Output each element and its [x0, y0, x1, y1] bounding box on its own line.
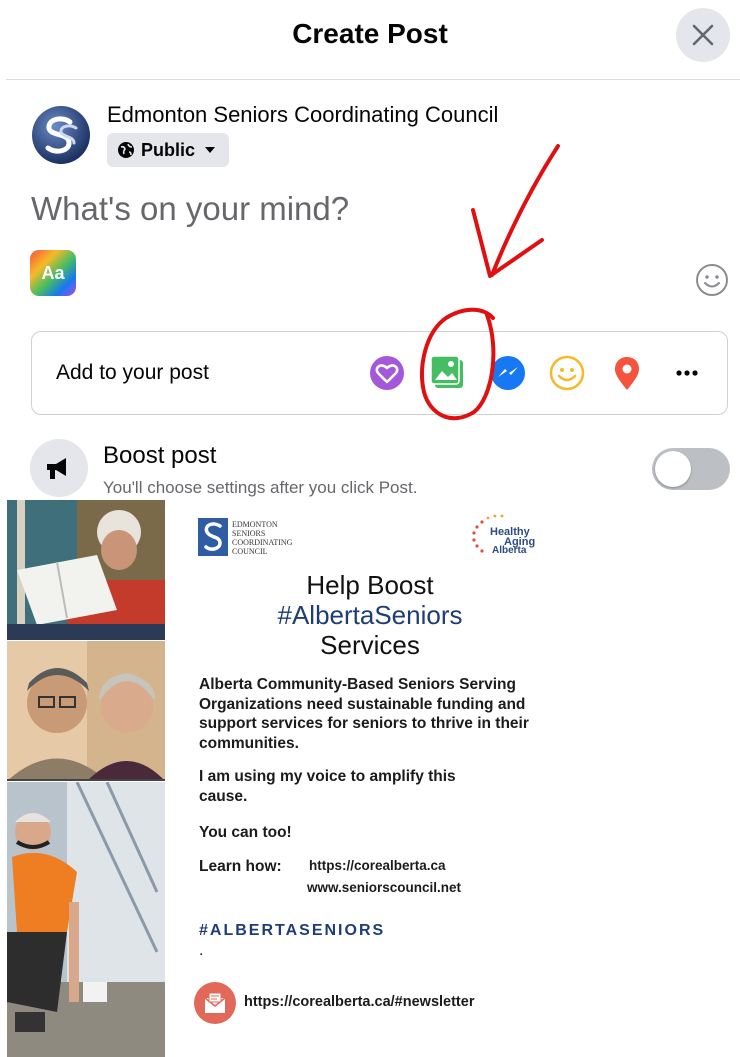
dialog-header: Create Post	[0, 0, 740, 80]
megaphone-icon	[47, 458, 66, 479]
envelope-icon	[204, 992, 226, 1013]
flyer-paragraph-2: I am using my voice to amplify this caus…	[199, 768, 456, 805]
location-pin-icon[interactable]	[608, 354, 646, 392]
add-to-post-label: Add to your post	[56, 361, 209, 384]
esc-logo-text: EDMONTON SENIORS COORDINATING COUNCIL	[232, 520, 292, 556]
attached-flyer-image[interactable]: EDMONTON SENIORS COORDINATING COUNCIL He…	[0, 500, 740, 1057]
esc-logo-line: COORDINATING	[232, 538, 293, 547]
messenger-icon[interactable]	[489, 354, 527, 392]
toggle-knob	[655, 451, 691, 487]
boost-subtitle: You'll choose settings after you click P…	[103, 478, 418, 497]
page-name[interactable]: Edmonton Seniors Coordinating Council	[107, 102, 498, 128]
haa-word: Alberta	[492, 545, 527, 556]
flyer-paragraph-1: Alberta Community-Based Seniors Serving …	[199, 676, 529, 752]
boost-title: Boost post	[103, 442, 217, 469]
photo-video-icon[interactable]	[430, 354, 468, 392]
emoji-activity-icon[interactable]	[548, 354, 586, 392]
globe-icon	[118, 142, 134, 158]
caret-down-icon	[205, 147, 216, 153]
emoji-icon[interactable]	[694, 262, 730, 298]
photo-senior-couple	[7, 641, 165, 781]
add-to-post-bar: Add to your post	[31, 331, 728, 415]
flyer-hashtag: #ALBERTASENIORS	[199, 922, 386, 939]
page-avatar[interactable]	[32, 106, 90, 164]
newsletter-link: https://corealberta.ca/#newsletter	[244, 994, 475, 1010]
close-button[interactable]	[676, 8, 730, 62]
text-style-button[interactable]: Aa	[30, 250, 76, 296]
flyer-dot: .	[199, 942, 204, 959]
newsletter-circle	[194, 982, 236, 1024]
flyer-headline-2: #AlbertaSeniors	[277, 600, 463, 630]
audience-selector[interactable]: Public	[107, 133, 230, 167]
flyer-headline-1: Help Boost	[306, 570, 434, 600]
healthy-aging-alberta-logo: Healthy Aging Alberta	[468, 512, 540, 558]
esc-logo-line: SENIORS	[232, 529, 266, 538]
header-divider	[6, 79, 740, 80]
boost-icon-circle	[30, 439, 88, 497]
learn-how-label: Learn how:	[199, 858, 282, 875]
audience-label: Public	[141, 139, 196, 160]
photo-collage	[7, 500, 165, 1057]
flyer-paragraph-3: You can too!	[199, 824, 292, 841]
esc-logo-line: EDMONTON	[232, 520, 278, 529]
seniorscouncil-link: www.seniorscouncil.net	[307, 880, 462, 895]
photo-woman-reading	[7, 500, 165, 640]
esc-flyer-logo	[198, 518, 228, 556]
annotation-arrow-shaft	[490, 144, 560, 277]
boost-toggle[interactable]	[652, 448, 730, 490]
photo-man-pushup	[7, 782, 165, 1057]
flyer-headline-3: Services	[320, 630, 420, 660]
dialog-title: Create Post	[292, 18, 448, 49]
esc-logo-icon	[45, 116, 78, 154]
corealberta-link: https://corealberta.ca	[309, 858, 446, 873]
esc-logo-line: COUNCIL	[232, 547, 268, 556]
post-text-input[interactable]: What's on your mind?	[31, 190, 349, 228]
feeling-heart-icon[interactable]	[368, 354, 406, 392]
more-icon[interactable]	[668, 354, 706, 392]
esc-logo-mark-icon	[204, 522, 222, 551]
annotation-arrow-head	[471, 208, 544, 278]
close-icon	[692, 24, 714, 46]
